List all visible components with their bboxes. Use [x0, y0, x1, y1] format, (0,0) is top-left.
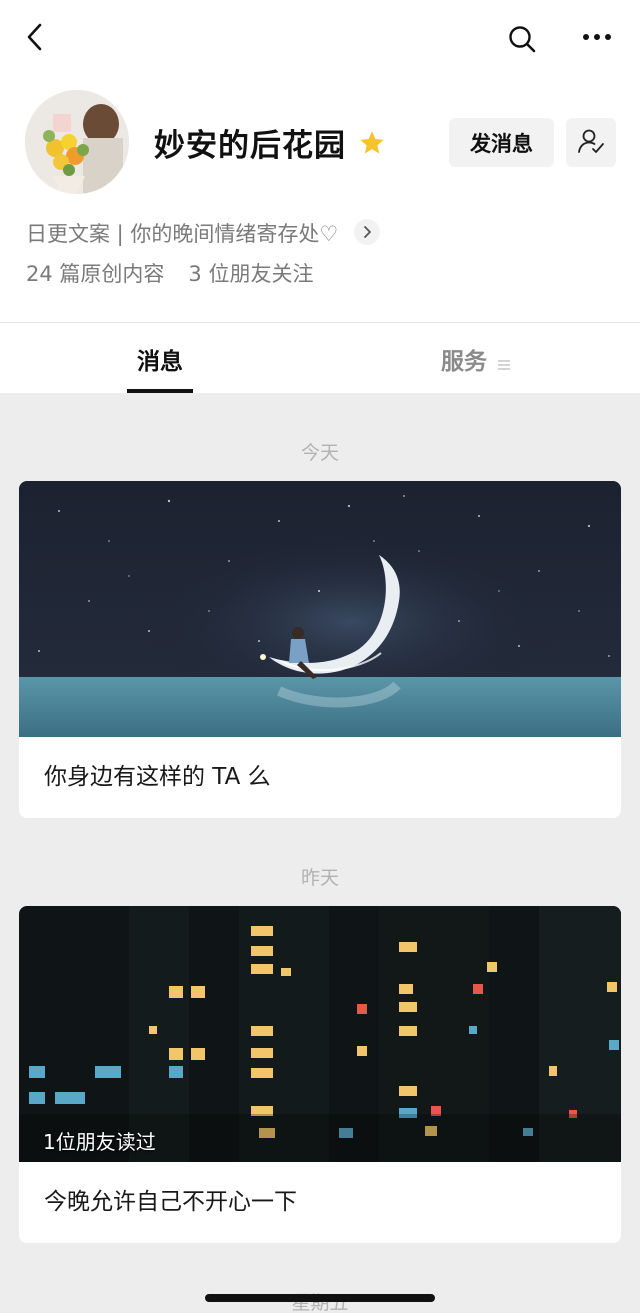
friend-follow-count[interactable]: 3 位朋友关注 [188, 262, 313, 286]
menu-lines-icon [497, 352, 511, 370]
tab-messages[interactable]: 消息 [127, 323, 193, 394]
star-icon[interactable] [358, 129, 386, 157]
back-arrow-icon[interactable] [18, 20, 52, 54]
article-title[interactable]: 你身边有这样的 TA 么 [44, 757, 271, 791]
chevron-right-icon[interactable] [354, 219, 380, 245]
article-cover-image-moon[interactable] [19, 481, 621, 737]
account-bio[interactable]: 日更文案 | 你的晚间情绪寄存处♡ [26, 218, 338, 248]
article-card[interactable]: 1位朋友读过 今晚允许自己不开心一下 [19, 906, 621, 1243]
article-card[interactable]: 你身边有这样的 TA 么 [19, 481, 621, 818]
account-avatar[interactable] [25, 90, 129, 194]
account-stats: 24 篇原创内容 3 位朋友关注 [26, 258, 313, 288]
official-account-page: 妙安的后花园 发消息 日更文案 | 你的晚间情绪寄存处♡ 24 篇原创内容 3 … [0, 0, 640, 1313]
date-label-today: 今天 [300, 442, 339, 464]
active-tab-indicator [127, 389, 193, 393]
account-name: 妙安的后花园 [154, 128, 346, 164]
follow-button[interactable] [566, 118, 616, 167]
article-count[interactable]: 24 篇原创内容 [26, 262, 164, 286]
user-follow-icon [577, 127, 605, 159]
tab-services[interactable]: 服务 [441, 323, 511, 394]
date-label-yesterday: 昨天 [300, 867, 339, 889]
account-header: 妙安的后花园 发消息 日更文案 | 你的晚间情绪寄存处♡ 24 篇原创内容 3 … [0, 0, 640, 322]
friends-read-badge: 1位朋友读过 [43, 1130, 156, 1154]
article-cover-image-city[interactable]: 1位朋友读过 [19, 906, 621, 1162]
more-dots-icon[interactable] [575, 20, 619, 54]
send-message-button[interactable]: 发消息 [449, 118, 554, 167]
tab-services-label: 服务 [441, 348, 487, 375]
article-title[interactable]: 今晚允许自己不开心一下 [44, 1182, 297, 1216]
tab-bar: 消息 服务 [0, 322, 640, 393]
search-icon[interactable] [503, 20, 541, 58]
home-indicator[interactable] [205, 1294, 435, 1302]
